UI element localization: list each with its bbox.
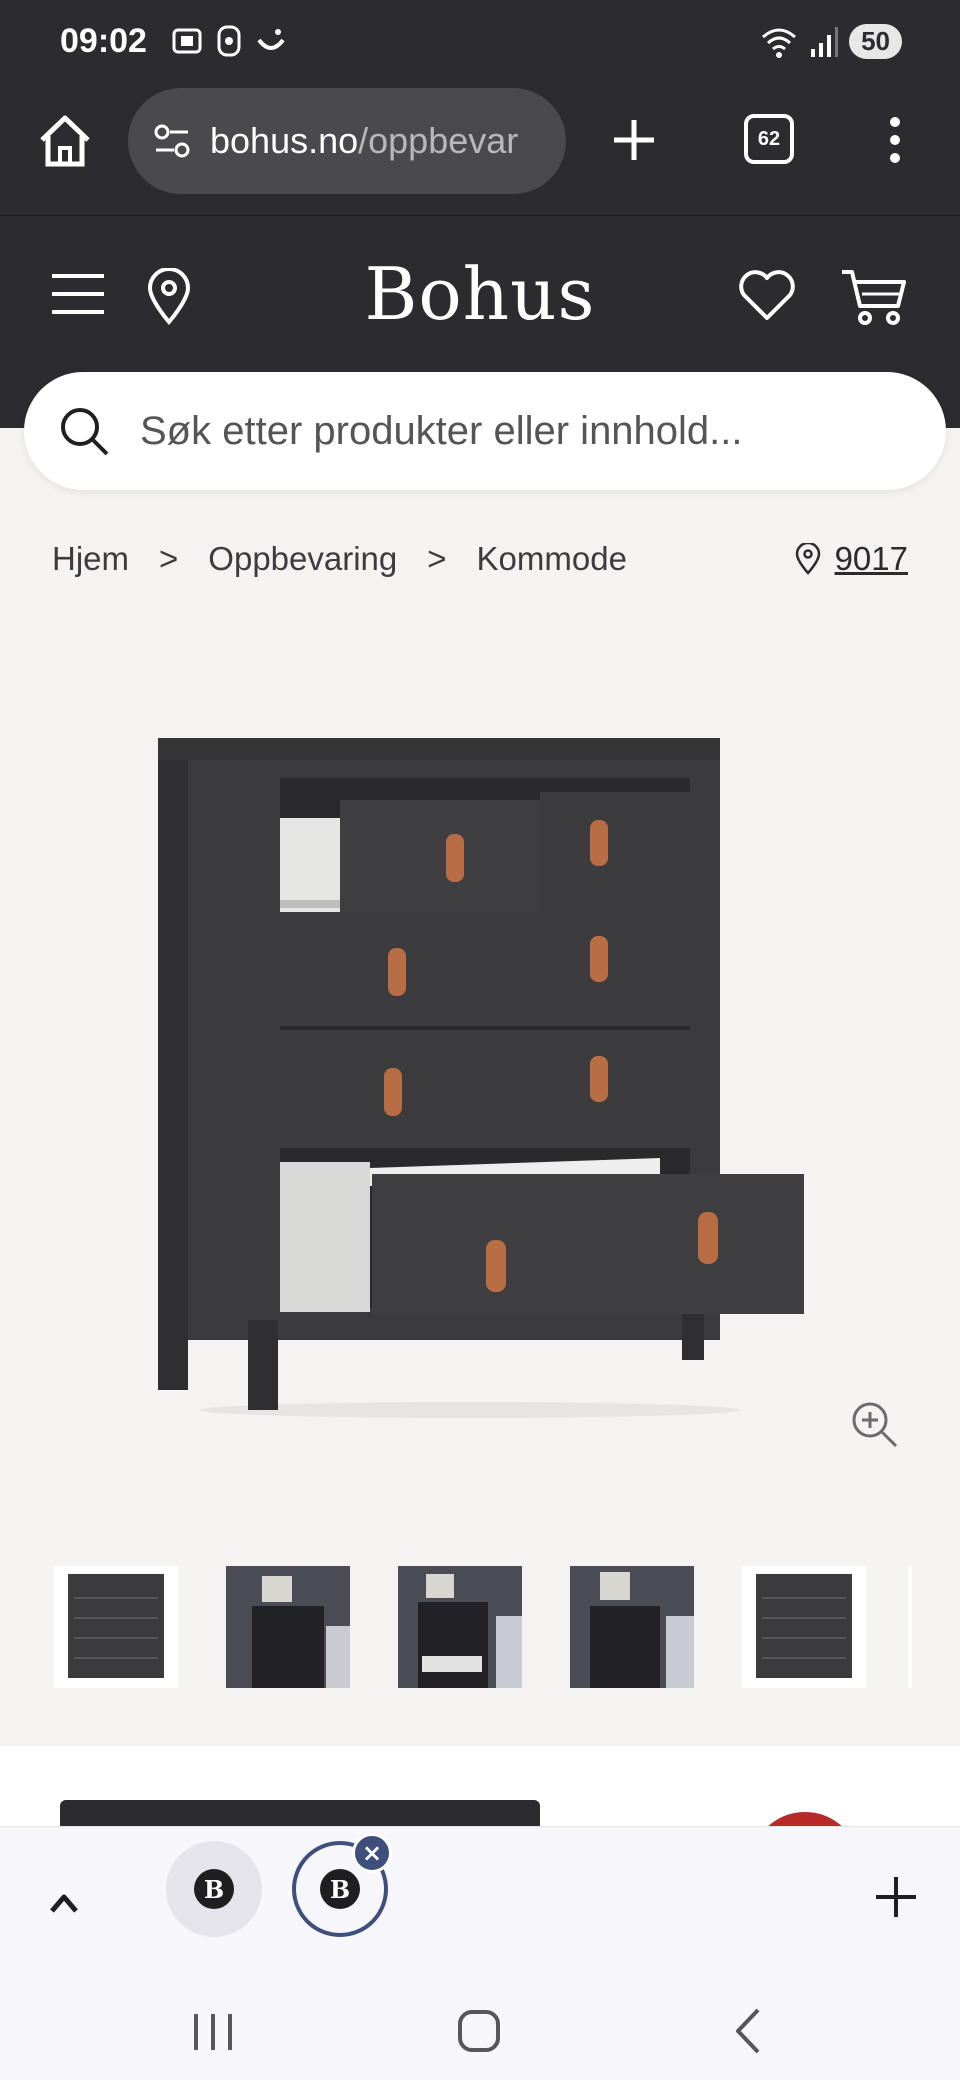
status-time: 09:02 <box>60 22 147 60</box>
thumbnail-2[interactable] <box>226 1566 350 1688</box>
tab-switcher-button[interactable]: 62 <box>744 114 794 164</box>
postcode-text: 9017 <box>834 540 908 577</box>
home-icon[interactable] <box>36 112 94 170</box>
cart-icon[interactable] <box>840 266 908 326</box>
back-icon[interactable] <box>728 2006 768 2056</box>
thumbnail-6-partial[interactable] <box>908 1566 912 1688</box>
breadcrumb-oppbevaring[interactable]: Oppbevaring <box>208 540 397 578</box>
thumbnail-1[interactable] <box>54 1566 178 1688</box>
breadcrumb: Hjem > Oppbevaring > Kommode <box>52 540 627 578</box>
breadcrumb-separator: > <box>427 540 447 577</box>
add-tab-icon[interactable] <box>872 1873 920 1921</box>
zoom-in-icon[interactable] <box>848 1398 900 1450</box>
nfc-icon <box>217 25 241 57</box>
new-tab-icon[interactable] <box>604 110 664 170</box>
bohus-favicon: B <box>194 1869 234 1909</box>
site-settings-icon[interactable] <box>152 121 192 161</box>
signal-icon <box>811 26 839 57</box>
wishlist-heart-icon[interactable] <box>738 268 796 322</box>
product-image[interactable] <box>140 720 820 1420</box>
thumbnail-4[interactable] <box>570 1566 694 1688</box>
thumbnail-room-graphic <box>570 1566 694 1688</box>
battery-indicator: 50 <box>849 24 902 59</box>
browser-toolbar: bohus.no/oppbevar 62 <box>0 86 960 216</box>
search-placeholder: Søk etter produkter eller innhold... <box>140 408 743 453</box>
site-logo[interactable]: Bohus <box>0 252 960 336</box>
more-menu-icon[interactable] <box>880 110 910 170</box>
home-button-icon[interactable] <box>456 2008 502 2054</box>
thumbnail-dresser-graphic <box>68 1574 164 1678</box>
tab-item-1[interactable]: B <box>166 1841 262 1937</box>
product-title-cutoff <box>60 1800 560 1826</box>
breadcrumb-home[interactable]: Hjem <box>52 540 129 578</box>
url-domain: bohus.no <box>210 120 359 161</box>
thumbnail-5[interactable] <box>742 1566 866 1688</box>
location-pin-icon <box>795 543 820 575</box>
bohus-favicon: B <box>320 1869 360 1909</box>
smile-icon <box>257 29 285 50</box>
screenshot-icon <box>172 28 202 54</box>
url-text[interactable]: bohus.no/oppbevar <box>210 120 518 162</box>
thumbnail-room-graphic <box>226 1566 350 1688</box>
search-icon <box>61 408 109 456</box>
thumbnail-dresser-graphic <box>756 1574 852 1678</box>
breadcrumb-kommode[interactable]: Kommode <box>477 540 627 578</box>
wifi-icon <box>762 28 797 58</box>
system-navigation-bar <box>0 1986 960 2080</box>
url-path: /oppbevar <box>358 120 519 161</box>
close-tab-icon[interactable]: × <box>352 1833 392 1873</box>
address-bar[interactable]: bohus.no/oppbevar <box>128 88 566 194</box>
breadcrumb-separator: > <box>159 540 179 577</box>
status-bar: 09:02 50 <box>0 0 960 86</box>
thumbnail-strip <box>54 1566 866 1688</box>
thumbnail-room-graphic <box>398 1566 522 1688</box>
status-notification-icons <box>170 24 288 58</box>
recent-apps-icon[interactable] <box>188 2010 238 2054</box>
chevron-up-icon[interactable] <box>44 1883 84 1923</box>
product-search-field[interactable]: Søk etter produkter eller innhold... <box>24 372 946 490</box>
postcode-selector[interactable]: 9017 <box>795 540 908 578</box>
browser-tab-strip: B B × <box>0 1826 960 1986</box>
thumbnail-3[interactable] <box>398 1566 522 1688</box>
